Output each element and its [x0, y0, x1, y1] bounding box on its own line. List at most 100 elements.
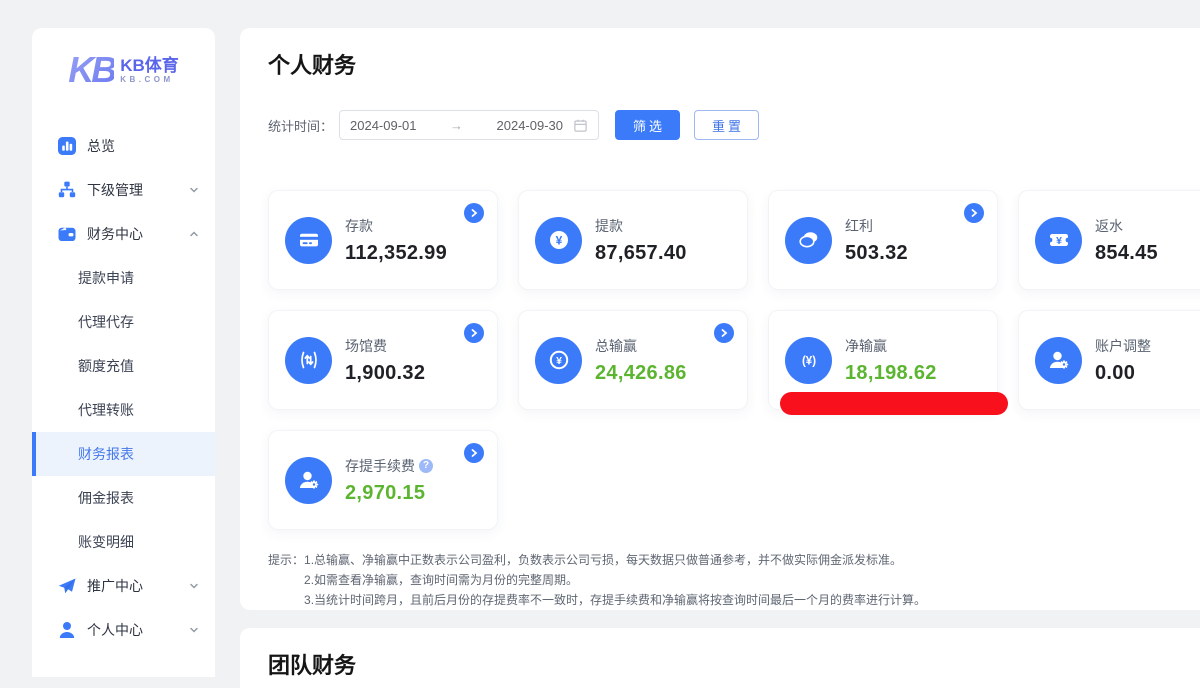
- sub-item-label: 代理转账: [78, 400, 134, 420]
- card-label: 总输赢: [595, 336, 687, 356]
- card-withdrawal: ¥ 提款 87,657.40: [518, 190, 748, 290]
- sidebar: KB KB体育 KB.COM 总览 下级管理 财务中心: [32, 28, 215, 677]
- card-label: 红利: [845, 216, 908, 236]
- card-label-text: 存提手续费: [345, 456, 415, 476]
- chevron-down-icon: [189, 185, 199, 195]
- brand-domain: KB.COM: [120, 75, 179, 84]
- card-label: 存提手续费 ?: [345, 456, 433, 476]
- card-value: 112,352.99: [345, 242, 447, 265]
- svg-text:¥: ¥: [1056, 235, 1062, 247]
- tip-line: 2.如需查看净输赢，查询时间需为月份的完整周期。: [304, 570, 926, 590]
- range-arrow: →: [417, 118, 497, 133]
- transfer-icon: [285, 337, 332, 384]
- person-icon: [57, 620, 77, 640]
- sidebar-subitem-financial-report[interactable]: 财务报表: [32, 432, 215, 476]
- coins-icon: [785, 217, 832, 264]
- card-deposit: 存款 112,352.99: [268, 190, 498, 290]
- detail-arrow-button[interactable]: [714, 323, 734, 343]
- card-venue-fee: 场馆费 1,900.32: [268, 310, 498, 410]
- sidebar-item-overview[interactable]: 总览: [32, 124, 215, 168]
- sidebar-subitem-quota-recharge[interactable]: 额度充值: [32, 344, 215, 388]
- chevron-down-icon: [189, 625, 199, 635]
- yuan-bracket-icon: (¥): [785, 337, 832, 384]
- date-range-picker[interactable]: 2024-09-01 → 2024-09-30: [339, 110, 599, 140]
- org-tree-icon: [57, 180, 77, 200]
- sidebar-item-label: 下级管理: [87, 180, 143, 200]
- card-label: 净输赢: [845, 336, 937, 356]
- card-account-adjustment: 账户调整 0.00: [1018, 310, 1200, 410]
- sidebar-item-personal-center[interactable]: 个人中心: [32, 608, 215, 652]
- svg-text:¥: ¥: [556, 355, 562, 367]
- overview-chart-icon: [57, 136, 77, 156]
- card-label: 返水: [1095, 216, 1158, 236]
- card-value: 18,198.62: [845, 362, 937, 385]
- tips-prefix: 提示：: [268, 550, 304, 610]
- filter-label: 统计时间：: [268, 116, 333, 135]
- card-label: 存款: [345, 216, 447, 236]
- coin-ring-icon: ¥: [535, 337, 582, 384]
- card-value: 0.00: [1095, 362, 1151, 385]
- sidebar-item-label: 总览: [87, 136, 115, 156]
- calendar-icon: [573, 118, 588, 133]
- team-finance-panel: 团队财务: [240, 628, 1200, 688]
- end-date[interactable]: 2024-09-30: [497, 118, 564, 133]
- yuan-coin-icon: ¥: [535, 217, 582, 264]
- sidebar-item-label: 推广中心: [87, 576, 143, 596]
- sub-item-label: 提款申请: [78, 268, 134, 288]
- detail-arrow-button[interactable]: [964, 203, 984, 223]
- detail-arrow-button[interactable]: [464, 443, 484, 463]
- svg-text:(¥): (¥): [801, 356, 815, 368]
- card-total-winloss: ¥ 总输赢 24,426.86: [518, 310, 748, 410]
- card-label: 提款: [595, 216, 687, 236]
- tip-line: 3.当统计时间跨月，且前后月份的存提费率不一致时，存提手续费和净输赢将按查询时间…: [304, 590, 926, 610]
- card-value: 854.45: [1095, 242, 1158, 265]
- reset-button[interactable]: 重置: [694, 110, 759, 140]
- tip-line: 1.总输赢、净输赢中正数表示公司盈利，负数表示公司亏损，每天数据只做普通参考，并…: [304, 550, 926, 570]
- card-label: 账户调整: [1095, 336, 1151, 356]
- help-icon[interactable]: ?: [419, 459, 433, 473]
- sidebar-item-promotion[interactable]: 推广中心: [32, 564, 215, 608]
- card-value: 503.32: [845, 242, 908, 265]
- sidebar-item-finance-center[interactable]: 财务中心: [32, 212, 215, 256]
- sidebar-subitem-agent-deposit[interactable]: 代理代存: [32, 300, 215, 344]
- sidebar-menu: 总览 下级管理 财务中心 提款申请 代理代存 额度充值 代理转账 财务报表 佣金…: [32, 124, 215, 652]
- filter-button[interactable]: 筛选: [615, 110, 680, 140]
- brand-name: KB体育: [120, 56, 179, 76]
- stat-cards-grid: 存款 112,352.99 ¥ 提款 87,657.40 红利: [268, 190, 1200, 530]
- svg-text:¥: ¥: [555, 233, 562, 247]
- sub-item-label: 财务报表: [78, 444, 134, 464]
- paper-plane-icon: [57, 576, 77, 596]
- card-value: 2,970.15: [345, 482, 433, 505]
- sidebar-subitem-withdraw-request[interactable]: 提款申请: [32, 256, 215, 300]
- user-gear-icon: [285, 457, 332, 504]
- chevron-up-icon: [189, 229, 199, 239]
- tips-note: 提示： 1.总输赢、净输赢中正数表示公司盈利，负数表示公司亏损，每天数据只做普通…: [268, 550, 1200, 610]
- brand-logo: KB KB体育 KB.COM: [32, 52, 215, 88]
- sub-item-label: 额度充值: [78, 356, 134, 376]
- wallet-icon: [57, 224, 77, 244]
- sub-item-label: 代理代存: [78, 312, 134, 332]
- page-title: 个人财务: [240, 28, 1200, 80]
- card-value: 1,900.32: [345, 362, 425, 385]
- user-gear-icon: [1035, 337, 1082, 384]
- sidebar-subitem-agent-transfer[interactable]: 代理转账: [32, 388, 215, 432]
- sidebar-subitem-commission-report[interactable]: 佣金报表: [32, 476, 215, 520]
- card-handling-fee: 存提手续费 ? 2,970.15: [268, 430, 498, 530]
- sub-item-label: 佣金报表: [78, 488, 134, 508]
- team-finance-title: 团队财务: [240, 628, 1200, 680]
- sidebar-item-subordinate[interactable]: 下级管理: [32, 168, 215, 212]
- bank-card-icon: [285, 217, 332, 264]
- ticket-icon: ¥: [1035, 217, 1082, 264]
- card-label: 场馆费: [345, 336, 425, 356]
- chevron-down-icon: [189, 581, 199, 591]
- sidebar-item-label: 个人中心: [87, 620, 143, 640]
- kb-logo-mark: KB: [68, 52, 114, 88]
- red-highlight-marker: [780, 392, 1008, 415]
- detail-arrow-button[interactable]: [464, 323, 484, 343]
- sidebar-subitem-account-changes[interactable]: 账变明细: [32, 520, 215, 564]
- personal-finance-panel: 个人财务 统计时间： 2024-09-01 → 2024-09-30 筛选 重置…: [240, 28, 1200, 610]
- card-value: 87,657.40: [595, 242, 687, 265]
- card-bonus: 红利 503.32: [768, 190, 998, 290]
- detail-arrow-button[interactable]: [464, 203, 484, 223]
- start-date[interactable]: 2024-09-01: [350, 118, 417, 133]
